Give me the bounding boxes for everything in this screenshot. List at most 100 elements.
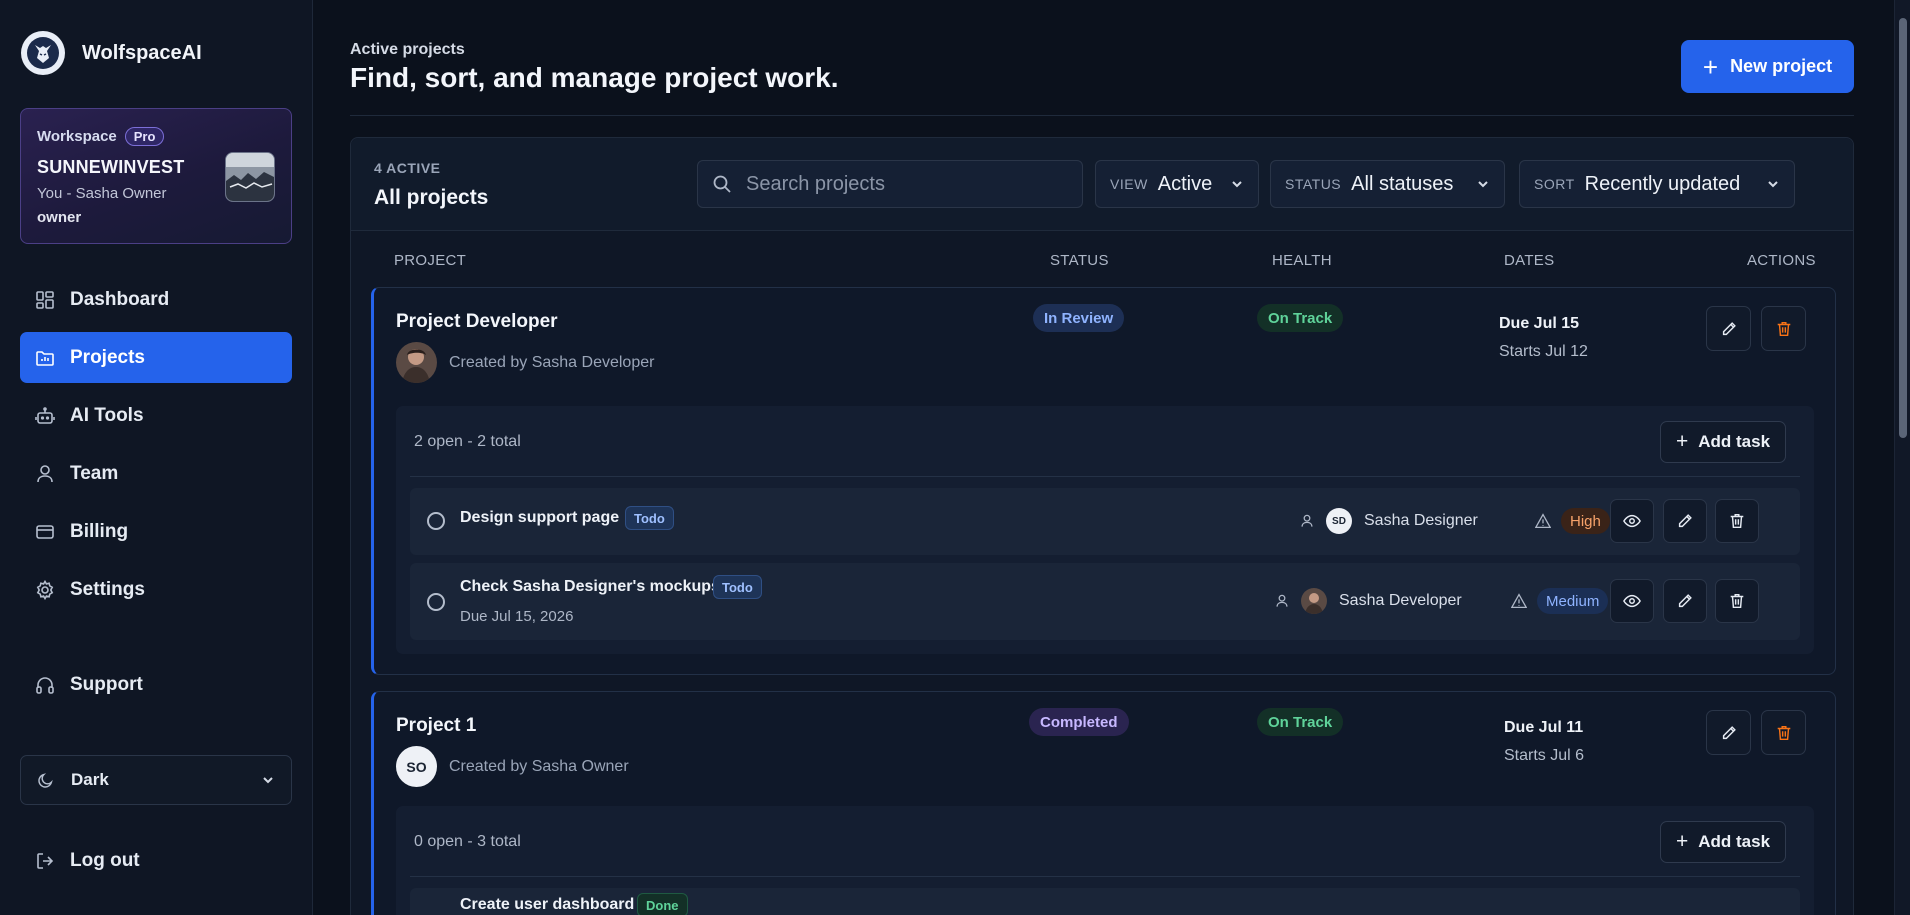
projects-panel: 4 ACTIVE All projects VIEW Active STATUS… xyxy=(350,137,1854,915)
nav-projects[interactable]: Projects xyxy=(20,332,292,383)
nav-ai-tools[interactable]: AI Tools xyxy=(20,390,292,441)
brand[interactable]: WolfspaceAI xyxy=(21,31,202,75)
task-summary: 0 open - 3 total xyxy=(414,833,521,850)
column-status[interactable]: STATUS xyxy=(1050,252,1109,269)
pencil-icon xyxy=(1720,320,1738,338)
project-creator: Created by Sasha Developer xyxy=(449,354,655,371)
task-priority: High xyxy=(1535,508,1610,534)
project-due: Due Jul 11 xyxy=(1504,719,1584,736)
task-assignee[interactable]: SD Sasha Designer xyxy=(1300,508,1478,534)
workspace-role: owner xyxy=(37,209,82,226)
page-title: Find, sort, and manage project work. xyxy=(350,62,839,93)
status-badge: In Review xyxy=(1033,304,1125,332)
moon-icon xyxy=(37,771,55,789)
search-icon xyxy=(712,174,732,194)
task-row[interactable]: Create user dashboard Done xyxy=(410,888,1800,915)
divider xyxy=(410,876,1800,877)
task-title[interactable]: Create user dashboard xyxy=(460,896,634,914)
task-list: 2 open - 2 total + Add task Design suppo… xyxy=(396,406,1814,654)
column-actions: ACTIONS xyxy=(1747,252,1816,269)
column-dates[interactable]: DATES xyxy=(1504,252,1554,269)
pencil-icon xyxy=(1676,592,1694,610)
chevron-down-icon xyxy=(1230,177,1244,191)
logout-icon xyxy=(34,850,56,872)
pencil-icon xyxy=(1720,724,1738,742)
brand-name: WolfspaceAI xyxy=(82,41,202,64)
view-filter[interactable]: VIEW Active xyxy=(1095,160,1259,208)
plus-icon: + xyxy=(1702,51,1719,82)
task-assignee[interactable]: Sasha Developer xyxy=(1275,588,1462,614)
workspace-card[interactable]: Workspace Pro SUNNEWINVEST You - Sasha O… xyxy=(20,108,292,244)
scrollbar[interactable] xyxy=(1894,0,1910,915)
task-checkbox[interactable] xyxy=(427,593,445,611)
task-status-tag: Todo xyxy=(713,575,762,599)
theme-label: Dark xyxy=(71,770,109,789)
edit-task-button[interactable] xyxy=(1663,499,1707,543)
sidebar: WolfspaceAI Workspace Pro SUNNEWINVEST Y… xyxy=(0,0,313,915)
credit-card-icon xyxy=(34,521,56,543)
logout-button[interactable]: Log out xyxy=(20,835,292,886)
bot-icon xyxy=(34,405,56,427)
trash-icon xyxy=(1775,724,1793,742)
add-task-button[interactable]: + Add task xyxy=(1660,821,1786,863)
project-creator: Created by Sasha Owner xyxy=(449,758,629,775)
chevron-down-icon xyxy=(261,773,275,787)
user-icon xyxy=(1300,514,1314,528)
view-task-button[interactable] xyxy=(1610,499,1654,543)
header-divider xyxy=(350,115,1854,116)
health-badge: On Track xyxy=(1257,708,1344,736)
edit-project-button[interactable] xyxy=(1706,710,1751,755)
sort-select[interactable]: SORT Recently updated xyxy=(1519,160,1795,208)
task-due: Due Jul 15, 2026 xyxy=(460,608,574,625)
dashboard-icon xyxy=(34,289,56,311)
nav-dashboard[interactable]: Dashboard xyxy=(20,274,292,325)
task-summary: 2 open - 2 total xyxy=(414,433,521,450)
task-checkbox[interactable] xyxy=(427,512,445,530)
task-row[interactable]: Design support page Todo SD Sasha Design… xyxy=(410,488,1800,555)
trash-icon xyxy=(1775,320,1793,338)
edit-project-button[interactable] xyxy=(1706,306,1751,351)
project-card[interactable]: Project Developer Created by Sasha Devel… xyxy=(371,287,1836,675)
task-title[interactable]: Check Sasha Designer's mockups xyxy=(460,578,720,596)
status-filter[interactable]: STATUS All statuses xyxy=(1270,160,1505,208)
task-status-tag: Done xyxy=(637,893,688,915)
project-name[interactable]: Project Developer xyxy=(396,311,558,333)
column-health[interactable]: HEALTH xyxy=(1272,252,1332,269)
plan-badge: Pro xyxy=(124,127,165,146)
project-due: Due Jul 15 xyxy=(1499,315,1580,332)
user-icon xyxy=(1275,594,1289,608)
nav-billing[interactable]: Billing xyxy=(20,506,292,557)
view-task-button[interactable] xyxy=(1610,579,1654,623)
project-start: Starts Jul 12 xyxy=(1499,343,1588,360)
delete-project-button[interactable] xyxy=(1761,710,1806,755)
scroll-thumb[interactable] xyxy=(1899,18,1907,438)
add-task-button[interactable]: + Add task xyxy=(1660,421,1786,463)
task-row[interactable]: Check Sasha Designer's mockups Todo Due … xyxy=(410,563,1800,640)
delete-project-button[interactable] xyxy=(1761,306,1806,351)
edit-task-button[interactable] xyxy=(1663,579,1707,623)
project-card[interactable]: Project 1 SO Created by Sasha Owner Comp… xyxy=(371,691,1836,915)
nav-team[interactable]: Team xyxy=(20,448,292,499)
delete-task-button[interactable] xyxy=(1715,499,1759,543)
task-title[interactable]: Design support page xyxy=(460,509,619,527)
folder-chart-icon xyxy=(34,347,56,369)
column-project[interactable]: PROJECT xyxy=(394,252,466,269)
chevron-down-icon xyxy=(1766,177,1780,191)
nav-settings[interactable]: Settings xyxy=(20,564,292,615)
health-badge: On Track xyxy=(1257,304,1344,332)
workspace-name: SUNNEWINVEST xyxy=(37,157,185,177)
chevron-down-icon xyxy=(1476,177,1490,191)
warning-icon xyxy=(1535,513,1551,529)
task-status-tag: Todo xyxy=(625,506,674,530)
nav-support[interactable]: Support xyxy=(20,659,292,710)
delete-task-button[interactable] xyxy=(1715,579,1759,623)
search-input[interactable] xyxy=(746,172,1066,196)
project-name[interactable]: Project 1 xyxy=(396,715,476,737)
search-box[interactable] xyxy=(697,160,1083,208)
avatar xyxy=(396,342,437,383)
theme-select[interactable]: Dark xyxy=(20,755,292,805)
new-project-button[interactable]: + New project xyxy=(1681,40,1854,93)
divider xyxy=(410,476,1800,477)
plus-icon: + xyxy=(1675,430,1689,453)
wolf-logo-icon xyxy=(21,31,65,75)
